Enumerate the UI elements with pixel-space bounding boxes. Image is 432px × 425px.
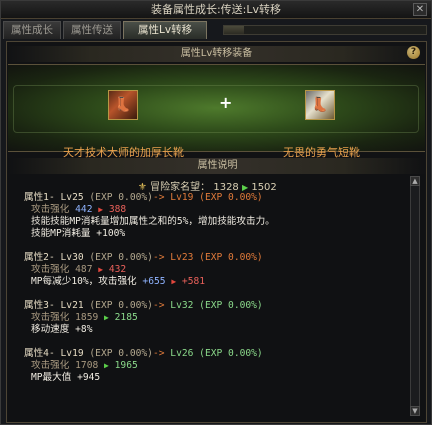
attribute-name: 属性3- Lv21: [24, 300, 84, 311]
stat-label: 攻击强化: [31, 204, 70, 215]
decrease-arrow-icon: ▶: [98, 205, 104, 214]
attribute-effect-text: 技能技能MP消耗量增加属性之和的5%，增加技能攻击力。: [31, 216, 275, 227]
tab-attribute-growth[interactable]: 属性成长: [3, 21, 61, 39]
tab-attribute-level-shift[interactable]: 属性Lv转移: [123, 21, 208, 39]
attribute-header: 属性1- Lv25 (EXP 0.00%)-> Lv19 (EXP 0.00%): [24, 192, 275, 204]
increase-arrow-icon: ▶: [104, 361, 109, 370]
attribute-block-3: 属性3- Lv21 (EXP 0.00%)-> Lv32 (EXP 0.00%)…: [24, 300, 263, 336]
detail-scrollbar[interactable]: ▲ ▼: [410, 176, 420, 416]
attribute-block-4: 属性4- Lv19 (EXP 0.00%)-> Lv26 (EXP 0.00%)…: [24, 348, 263, 384]
transfer-arrow: ->: [152, 300, 165, 311]
attribute-header: 属性2- Lv30 (EXP 0.00%)-> Lv23 (EXP 0.00%): [24, 252, 263, 264]
attribute-exp: (EXP 0.00%): [89, 192, 153, 203]
stat-to: 2185: [114, 312, 138, 323]
transfer-arrow: ->: [152, 348, 165, 359]
transfer-arrow: ->: [152, 252, 165, 263]
boot-icon: 👢: [311, 97, 329, 113]
scroll-down-icon[interactable]: ▼: [410, 406, 420, 416]
stat-from: 1708: [75, 360, 99, 371]
attribute-name: 属性4- Lv19: [24, 348, 84, 359]
detail-section-title: 属性说明: [8, 158, 427, 174]
attribute-stat-line: 攻击强化 1708 ▶ 1965: [24, 360, 263, 372]
stat-label: 攻击强化: [31, 312, 70, 323]
window-titlebar: 装备属性成长:传送:Lv转移 ✕: [1, 1, 431, 19]
attribute-block-1: 属性1- Lv25 (EXP 0.00%)-> Lv19 (EXP 0.00%)…: [24, 192, 275, 240]
stat-label: 攻击强化: [31, 264, 70, 275]
target-equip-slot[interactable]: 👢: [305, 90, 335, 120]
effect-to: +581: [181, 276, 206, 287]
tab-progress-fill: [224, 26, 245, 34]
main-panel: ? 属性Lv转移装备 👢 + 👢 天才技术大师的加厚长靴 无畏的勇气短靴 属性说…: [6, 41, 427, 423]
attribute-exp: (EXP 0.00%): [89, 252, 153, 263]
attribute-name: 属性1- Lv25: [24, 192, 84, 203]
effect-from: +655: [142, 276, 166, 287]
increase-arrow-icon: ▶: [104, 313, 109, 322]
stat-to: 432: [108, 264, 127, 275]
stat-to: 1965: [114, 360, 138, 371]
equip-section-title: 属性Lv转移装备: [7, 46, 426, 62]
equip-band: 👢 + 👢 天才技术大师的加厚长靴 无畏的勇气短靴: [8, 64, 425, 159]
transfer-arrow: ->: [152, 192, 165, 203]
attribute-effect-line: MP每减少10%，攻击强化 +655 ▶ +581: [24, 276, 263, 288]
attribute-target: Lv26 (EXP 0.00%): [170, 348, 263, 359]
attribute-exp: (EXP 0.00%): [89, 300, 153, 311]
attribute-header: 属性4- Lv19 (EXP 0.00%)-> Lv26 (EXP 0.00%): [24, 348, 263, 360]
attribute-exp: (EXP 0.00%): [89, 348, 153, 359]
stat-to: 388: [108, 204, 127, 215]
increase-arrow-icon: ▶: [241, 183, 249, 192]
stat-from: 487: [75, 264, 93, 275]
attribute-stat-line: 攻击强化 442 ▶ 388: [24, 204, 275, 216]
attribute-effect-text: MP每减少10%，攻击强化: [31, 276, 137, 287]
attribute-effect-text: 技能MP消耗量 +100%: [31, 228, 126, 239]
boot-icon: 👢: [114, 97, 132, 113]
tab-bar: 属性成长 属性传送 属性Lv转移: [3, 21, 208, 39]
attribute-target: Lv23 (EXP 0.00%): [170, 252, 263, 263]
attribute-detail-panel: 属性说明 ⚜ 冒险家名望： 1328 ▶ 1502 属性1- Lv25 (EXP…: [8, 158, 427, 422]
attribute-stat-line: 攻击强化 487 ▶ 432: [24, 264, 263, 276]
decrease-arrow-icon: ▶: [98, 265, 104, 274]
equipment-growth-window: 装备属性成长:传送:Lv转移 ✕ 属性成长 属性传送 属性Lv转移 ? 属性Lv…: [0, 0, 432, 425]
attribute-effect-text: MP最大值 +945: [31, 372, 101, 383]
attribute-name: 属性2- Lv30: [24, 252, 84, 263]
attribute-stat-line: 攻击强化 1859 ▶ 2185: [24, 312, 263, 324]
stat-label: 攻击强化: [31, 360, 70, 371]
plus-icon: +: [219, 93, 233, 112]
attribute-target: Lv32 (EXP 0.00%): [170, 300, 263, 311]
scroll-up-icon[interactable]: ▲: [410, 176, 420, 186]
equip-rail: [13, 85, 419, 133]
stat-from: 442: [75, 204, 93, 215]
attribute-target: Lv19 (EXP 0.00%): [170, 192, 263, 203]
close-icon[interactable]: ✕: [413, 3, 427, 16]
attribute-header: 属性3- Lv21 (EXP 0.00%)-> Lv32 (EXP 0.00%): [24, 300, 263, 312]
stat-from: 1859: [75, 312, 99, 323]
adventurer-fame: ⚜ 冒险家名望： 1328 ▶ 1502: [138, 178, 277, 193]
decrease-arrow-icon: ▶: [171, 277, 177, 286]
attribute-block-2: 属性2- Lv30 (EXP 0.00%)-> Lv23 (EXP 0.00%)…: [24, 252, 263, 288]
tab-attribute-transfer[interactable]: 属性传送: [63, 21, 121, 39]
attribute-effect-text: 移动速度 +8%: [31, 324, 93, 335]
window-title: 装备属性成长:传送:Lv转移: [150, 3, 282, 16]
tab-progress-bar: [223, 25, 427, 35]
source-equip-slot[interactable]: 👢: [108, 90, 138, 120]
